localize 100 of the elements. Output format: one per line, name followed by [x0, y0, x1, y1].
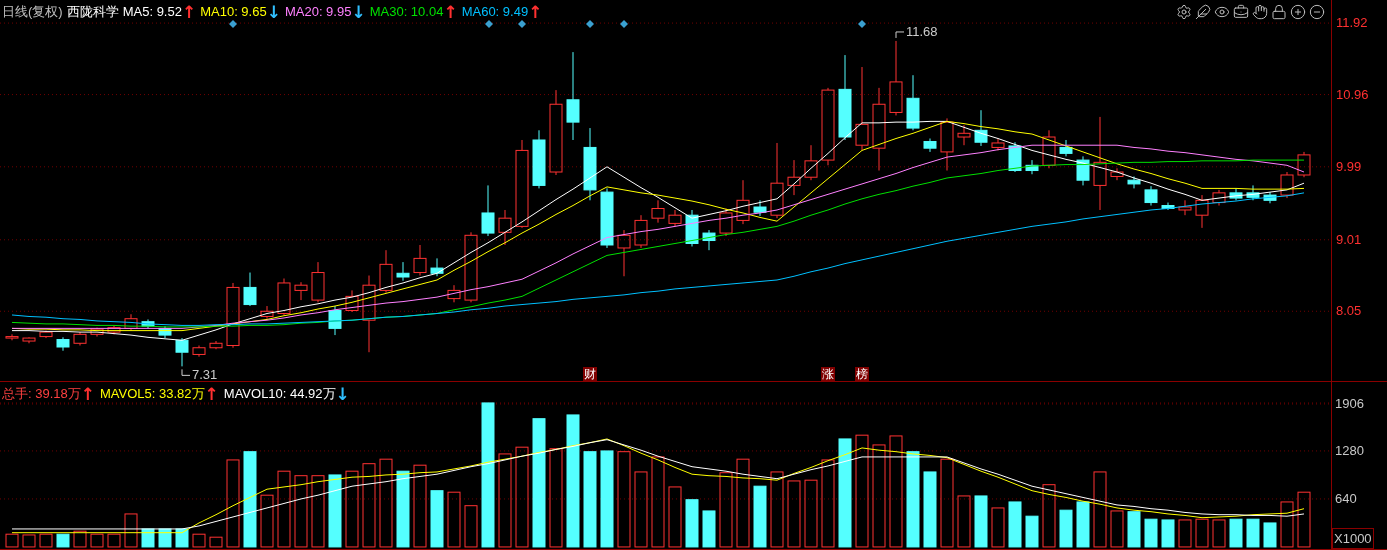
- volume-bar: [1263, 522, 1277, 548]
- volume-bar: [685, 499, 699, 548]
- candlestick: [532, 129, 546, 189]
- indicator-value: MA20: 9.95: [284, 3, 352, 21]
- volume-bar: [753, 485, 767, 548]
- trend-arrow: ↑: [80, 385, 95, 402]
- trend-arrow: ↑: [528, 3, 543, 20]
- candlestick: [56, 336, 70, 352]
- trend-arrow: ↑: [204, 385, 219, 402]
- diamond-icon: [586, 20, 594, 28]
- volume-bar: [1042, 484, 1056, 548]
- candlestick: [719, 208, 733, 237]
- volume-bar: [957, 495, 971, 548]
- volume-bar: [1161, 519, 1175, 548]
- candlestick: [294, 281, 308, 301]
- volume-bar: [1178, 519, 1192, 548]
- indicator-value: 总手: 39.18万: [2, 385, 81, 403]
- volume-bar: [1059, 509, 1073, 548]
- volume-axis-label: 640: [1335, 490, 1357, 507]
- candlestick: [447, 284, 461, 303]
- price-axis-label: 10.96: [1336, 86, 1369, 103]
- volume-axis-label: 1906: [1335, 395, 1364, 412]
- volume-bar: [1246, 518, 1260, 548]
- candlestick: [753, 199, 767, 217]
- volume-bar: [804, 479, 818, 548]
- candlestick: [396, 261, 410, 282]
- candlestick: [685, 209, 699, 247]
- volume-bar: [1229, 518, 1243, 548]
- candlestick: [991, 138, 1005, 151]
- trend-arrow: ↓: [351, 3, 366, 20]
- candlestick: [481, 184, 495, 237]
- volume-bar: [260, 494, 274, 548]
- candlestick: [124, 313, 138, 332]
- volume-bar: [1280, 501, 1294, 548]
- minus-circle-icon[interactable]: [1309, 4, 1325, 20]
- volume-unit-label: X1000: [1332, 527, 1374, 549]
- settings-icon[interactable]: [1176, 4, 1192, 20]
- event-marker[interactable]: 榜: [855, 367, 869, 381]
- volume-bar: [90, 533, 104, 548]
- candlestick: [1076, 155, 1090, 186]
- diamond-icon: [858, 20, 866, 28]
- candlestick: [464, 231, 478, 303]
- volume-bar: [1144, 518, 1158, 548]
- candlestick: [957, 124, 971, 146]
- candlestick: [923, 138, 937, 153]
- candlestick: [736, 179, 750, 225]
- trend-arrow: ↓: [266, 3, 281, 20]
- trend-arrow: ↑: [181, 3, 197, 20]
- candlestick: [22, 336, 36, 344]
- event-marker[interactable]: 财: [583, 367, 597, 381]
- volume-bar: [668, 486, 682, 548]
- volume-bar: [702, 510, 716, 548]
- volume-bar: [39, 533, 53, 548]
- candlestick: [600, 187, 614, 249]
- candlestick: [175, 337, 189, 367]
- volume-bar: [974, 495, 988, 548]
- volume-bar: [1127, 511, 1141, 548]
- candlestick: [498, 209, 512, 246]
- candlestick: [1127, 176, 1141, 189]
- price-axis-label: 9.99: [1336, 158, 1362, 175]
- candlestick: [379, 249, 393, 294]
- candlestick: [1025, 159, 1039, 175]
- candlestick: [1144, 185, 1158, 206]
- candlestick: [226, 282, 240, 349]
- event-marker[interactable]: 涨: [821, 367, 835, 381]
- diamond-icon: [229, 20, 237, 28]
- volume-bar: [192, 533, 206, 548]
- diamond-icon: [620, 20, 628, 28]
- stock-name: 西陇科学: [66, 3, 119, 21]
- briefcase-icon[interactable]: [1233, 4, 1249, 20]
- price-axis-label: 9.01: [1336, 231, 1362, 248]
- volume-bar: [1110, 510, 1124, 548]
- candlestick: [1059, 139, 1073, 157]
- indicator-value: MA60: 9.49: [461, 3, 529, 21]
- candlestick: [107, 324, 121, 335]
- candlestick: [940, 117, 954, 171]
- indicator-value: MAVOL5: 33.82万: [100, 385, 205, 403]
- trend-arrow: ↓: [335, 385, 350, 402]
- candlestick: [668, 209, 682, 227]
- candlestick: [345, 289, 359, 313]
- diamond-icon: [518, 20, 526, 28]
- feather-icon[interactable]: [1195, 4, 1211, 20]
- volume-bar: [22, 534, 36, 548]
- candlestick: [1178, 199, 1192, 216]
- eye-icon[interactable]: [1214, 4, 1230, 20]
- candlestick: [974, 109, 988, 147]
- candlestick: [1195, 194, 1209, 229]
- plus-circle-icon[interactable]: [1290, 4, 1306, 20]
- volume-bar: [73, 530, 87, 548]
- lock-icon[interactable]: [1271, 4, 1287, 20]
- price-annotation: 7.31: [192, 368, 218, 383]
- indicator-value: MA30: 10.04: [369, 3, 444, 21]
- candlestick: [1280, 171, 1294, 199]
- candlestick: [1246, 184, 1260, 201]
- candlestick: [1297, 151, 1311, 178]
- volume-bar: [430, 490, 444, 548]
- candlestick: [1110, 167, 1124, 181]
- hand-icon[interactable]: [1252, 4, 1268, 20]
- leader-line: [181, 368, 191, 376]
- candlestick: [804, 144, 818, 181]
